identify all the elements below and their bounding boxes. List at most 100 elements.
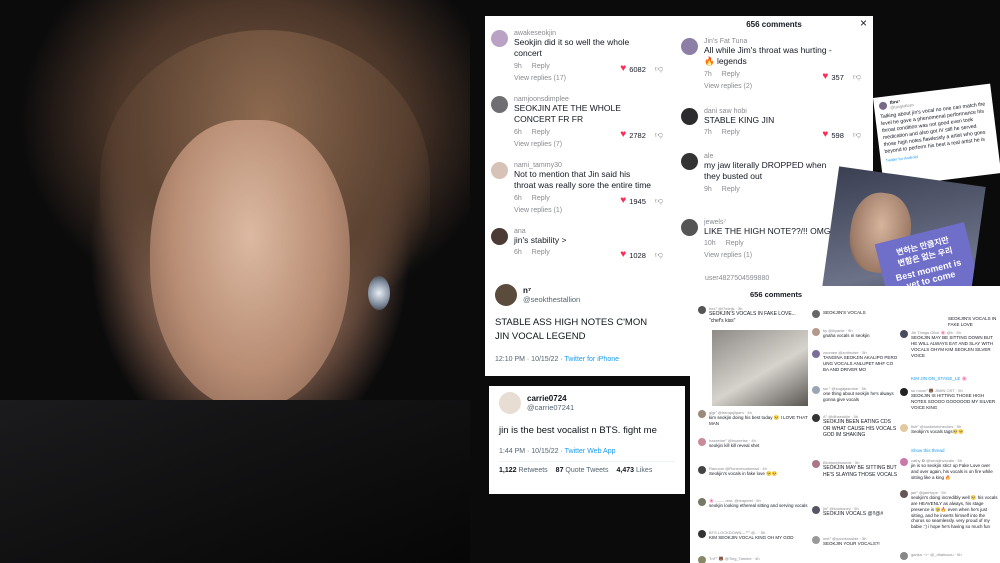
comment-item: dani saw hobi STABLE KING JIN 7h Reply ♥ 5… — [681, 108, 867, 140]
tweet-text: KIM SEOKJIN VOCAL KING OH MY GOD — [709, 535, 794, 540]
like-count: 1028 — [629, 250, 646, 260]
collage-screen: awakeseokjin Seokjin did it so well the … — [0, 0, 1000, 563]
view-replies-link[interactable]: View replies (7) — [514, 141, 669, 148]
avatar — [900, 490, 908, 498]
tweet-text: SEOKJIN YOUR VOCALS?! — [823, 541, 880, 546]
comment-text: SEOKJIN ATE THE WHOLE CONCERT FR FR — [514, 103, 621, 125]
comment-username[interactable]: nami_tammy30 — [514, 162, 669, 169]
avatar — [812, 414, 820, 422]
reply-button[interactable]: Reply — [722, 186, 740, 193]
reply-button[interactable]: Reply — [532, 129, 550, 136]
comment-item: awakeseokjin Seokjin did it so well the … — [491, 30, 669, 82]
comment-time: 6h — [514, 128, 522, 136]
tweet-text: jin is the best vocalist n BTS. fight me — [499, 425, 657, 436]
comment-username[interactable]: ana — [514, 228, 669, 235]
tweet-author[interactable]: n⁷ — [523, 286, 580, 295]
tweet-text: SEOKJIN BEEN EATING CDS OR WHAT CAUSE HI… — [823, 419, 897, 438]
view-replies-link[interactable]: View replies (2) — [704, 83, 867, 90]
view-replies-link[interactable]: View replies (17) — [514, 75, 669, 82]
avatar — [812, 506, 820, 514]
thumbs-down-icon[interactable]: 👎︎ — [853, 130, 861, 140]
like-count: 1945 — [629, 196, 646, 206]
avatar — [681, 38, 698, 55]
reply-button[interactable]: Reply — [532, 63, 550, 70]
avatar — [491, 96, 508, 113]
thumbs-down-icon[interactable]: 👎︎ — [655, 250, 663, 260]
tiktok-comments-panel-1: awakeseokjin Seokjin did it so well the … — [485, 16, 675, 276]
retweets-stat[interactable]: 1,122 Retweets — [499, 467, 548, 474]
like-button[interactable]: ♥ 1028 👎︎ — [620, 250, 663, 260]
avatar — [812, 310, 820, 318]
avatar — [698, 498, 706, 506]
avatar — [900, 458, 908, 466]
comment-text: All while Jim's throat was hurting - 🔥 l… — [704, 45, 832, 67]
comment-time: 10h — [704, 240, 716, 248]
avatar — [812, 386, 820, 394]
like-button[interactable]: ♥ 357 👎︎ — [822, 72, 861, 82]
avatar — [499, 392, 521, 414]
reply-button[interactable]: Reply — [532, 249, 550, 256]
comment-text: Not to mention that Jin said his throat … — [514, 169, 652, 191]
tweet-source[interactable]: Twitter for iPhone — [565, 356, 619, 363]
comment-username[interactable]: dani saw hobi — [704, 108, 867, 115]
tweet-text: SEOKJIN MAY BE SITTING BUT HE'S SLAYING … — [823, 465, 898, 478]
tweet-card-3: tbru⁷ @tangtaftopx Talking about jin's v… — [873, 83, 1000, 188]
like-button[interactable]: ♥ 1945 👎︎ — [620, 196, 663, 206]
like-button[interactable]: ♥ 6082 👎︎ — [620, 64, 663, 74]
tweet-text: gnaha vocals ni seokjin — [823, 333, 870, 338]
tweet-user[interactable]: ganka ~•~ @_dhalixuou · 5h — [911, 552, 962, 560]
comment-username[interactable]: ale — [704, 153, 867, 160]
avatar — [900, 424, 908, 432]
comment-time: 7h — [704, 70, 712, 78]
heart-icon: ♥ — [822, 129, 829, 140]
comments-count-header: 656 comments — [746, 20, 802, 29]
avatar — [681, 153, 698, 170]
avatar — [491, 228, 508, 245]
avatar — [812, 536, 820, 544]
like-button[interactable]: ♥ 598 👎︎ — [822, 130, 861, 140]
comment-username[interactable]: namjoonsdimplee — [514, 96, 669, 103]
tweet-source[interactable]: Twitter Web App — [565, 448, 616, 455]
thumbs-down-icon[interactable]: 👎︎ — [655, 64, 663, 74]
reply-button[interactable]: Reply — [532, 195, 550, 202]
like-button[interactable]: ♥ 2782 👎︎ — [620, 130, 663, 140]
show-thread-link[interactable]: Show this thread — [911, 448, 945, 454]
heart-icon: ♥ — [620, 195, 627, 206]
comment-time: 9h — [704, 185, 712, 193]
thumbs-down-icon[interactable]: 👎︎ — [853, 72, 861, 82]
reply-button[interactable]: Reply — [722, 71, 740, 78]
tweet-link[interactable]: KIM JIN ON_STAGE_LE 🌸 — [911, 376, 967, 382]
avatar — [698, 530, 706, 538]
heart-icon: ♥ — [822, 71, 829, 82]
tweet-text: Seokjin's vocals in fake love 🥺🥺 — [709, 471, 778, 476]
reply-button[interactable]: Reply — [726, 240, 744, 247]
jacket-shape — [0, 400, 470, 563]
tweet-text: Seokjin's vocals tags🥺🥺 — [911, 429, 964, 434]
in-ear-monitor — [368, 276, 390, 310]
footer-username: user4827504599880 — [705, 275, 770, 282]
tweet-text: seokjin kill kill reveal shet — [709, 443, 760, 448]
thumbs-down-icon[interactable]: 👎︎ — [655, 130, 663, 140]
quote-tweets-stat[interactable]: 87 Quote Tweets — [556, 467, 609, 474]
view-replies-link[interactable]: View replies (1) — [514, 207, 669, 214]
tweet-text: STABLE ASS HIGH NOTES C'MON JIN VOCAL LE… — [495, 317, 648, 342]
tweet-handle[interactable]: @carrie07241 — [527, 403, 574, 412]
comment-username[interactable]: awakeseokjin — [514, 30, 669, 37]
comment-text: my jaw literally DROPPED when they buste… — [704, 160, 827, 182]
close-icon[interactable]: × — [860, 16, 867, 30]
avatar — [900, 330, 908, 338]
concert-photo — [0, 0, 470, 563]
comment-username[interactable]: Jin's Fat Tuna — [704, 38, 867, 45]
tweet-author[interactable]: carrie0724 — [527, 394, 574, 403]
avatar — [698, 556, 706, 563]
likes-stat[interactable]: 4,473 Likes — [617, 467, 653, 474]
thumbs-down-icon[interactable]: 👎︎ — [655, 196, 663, 206]
avatar — [495, 284, 517, 306]
tweet-user[interactable]: TnT⁷ 🐻 @Ting_Tamiee · 4h — [709, 556, 760, 561]
avatar — [698, 306, 706, 314]
tweet-timestamp: 12:10 PM · 10/15/22 · — [495, 355, 565, 363]
reply-button[interactable]: Reply — [722, 129, 740, 136]
left-column: hex⁷ @l7minjk · 5h SEOKJIN'S VOCALS IN F… — [698, 306, 810, 563]
tweet-handle[interactable]: @seokthestallion — [523, 295, 580, 304]
tweet-stats: 1,122 Retweets 87 Quote Tweets 4,473 Lik… — [499, 460, 675, 474]
